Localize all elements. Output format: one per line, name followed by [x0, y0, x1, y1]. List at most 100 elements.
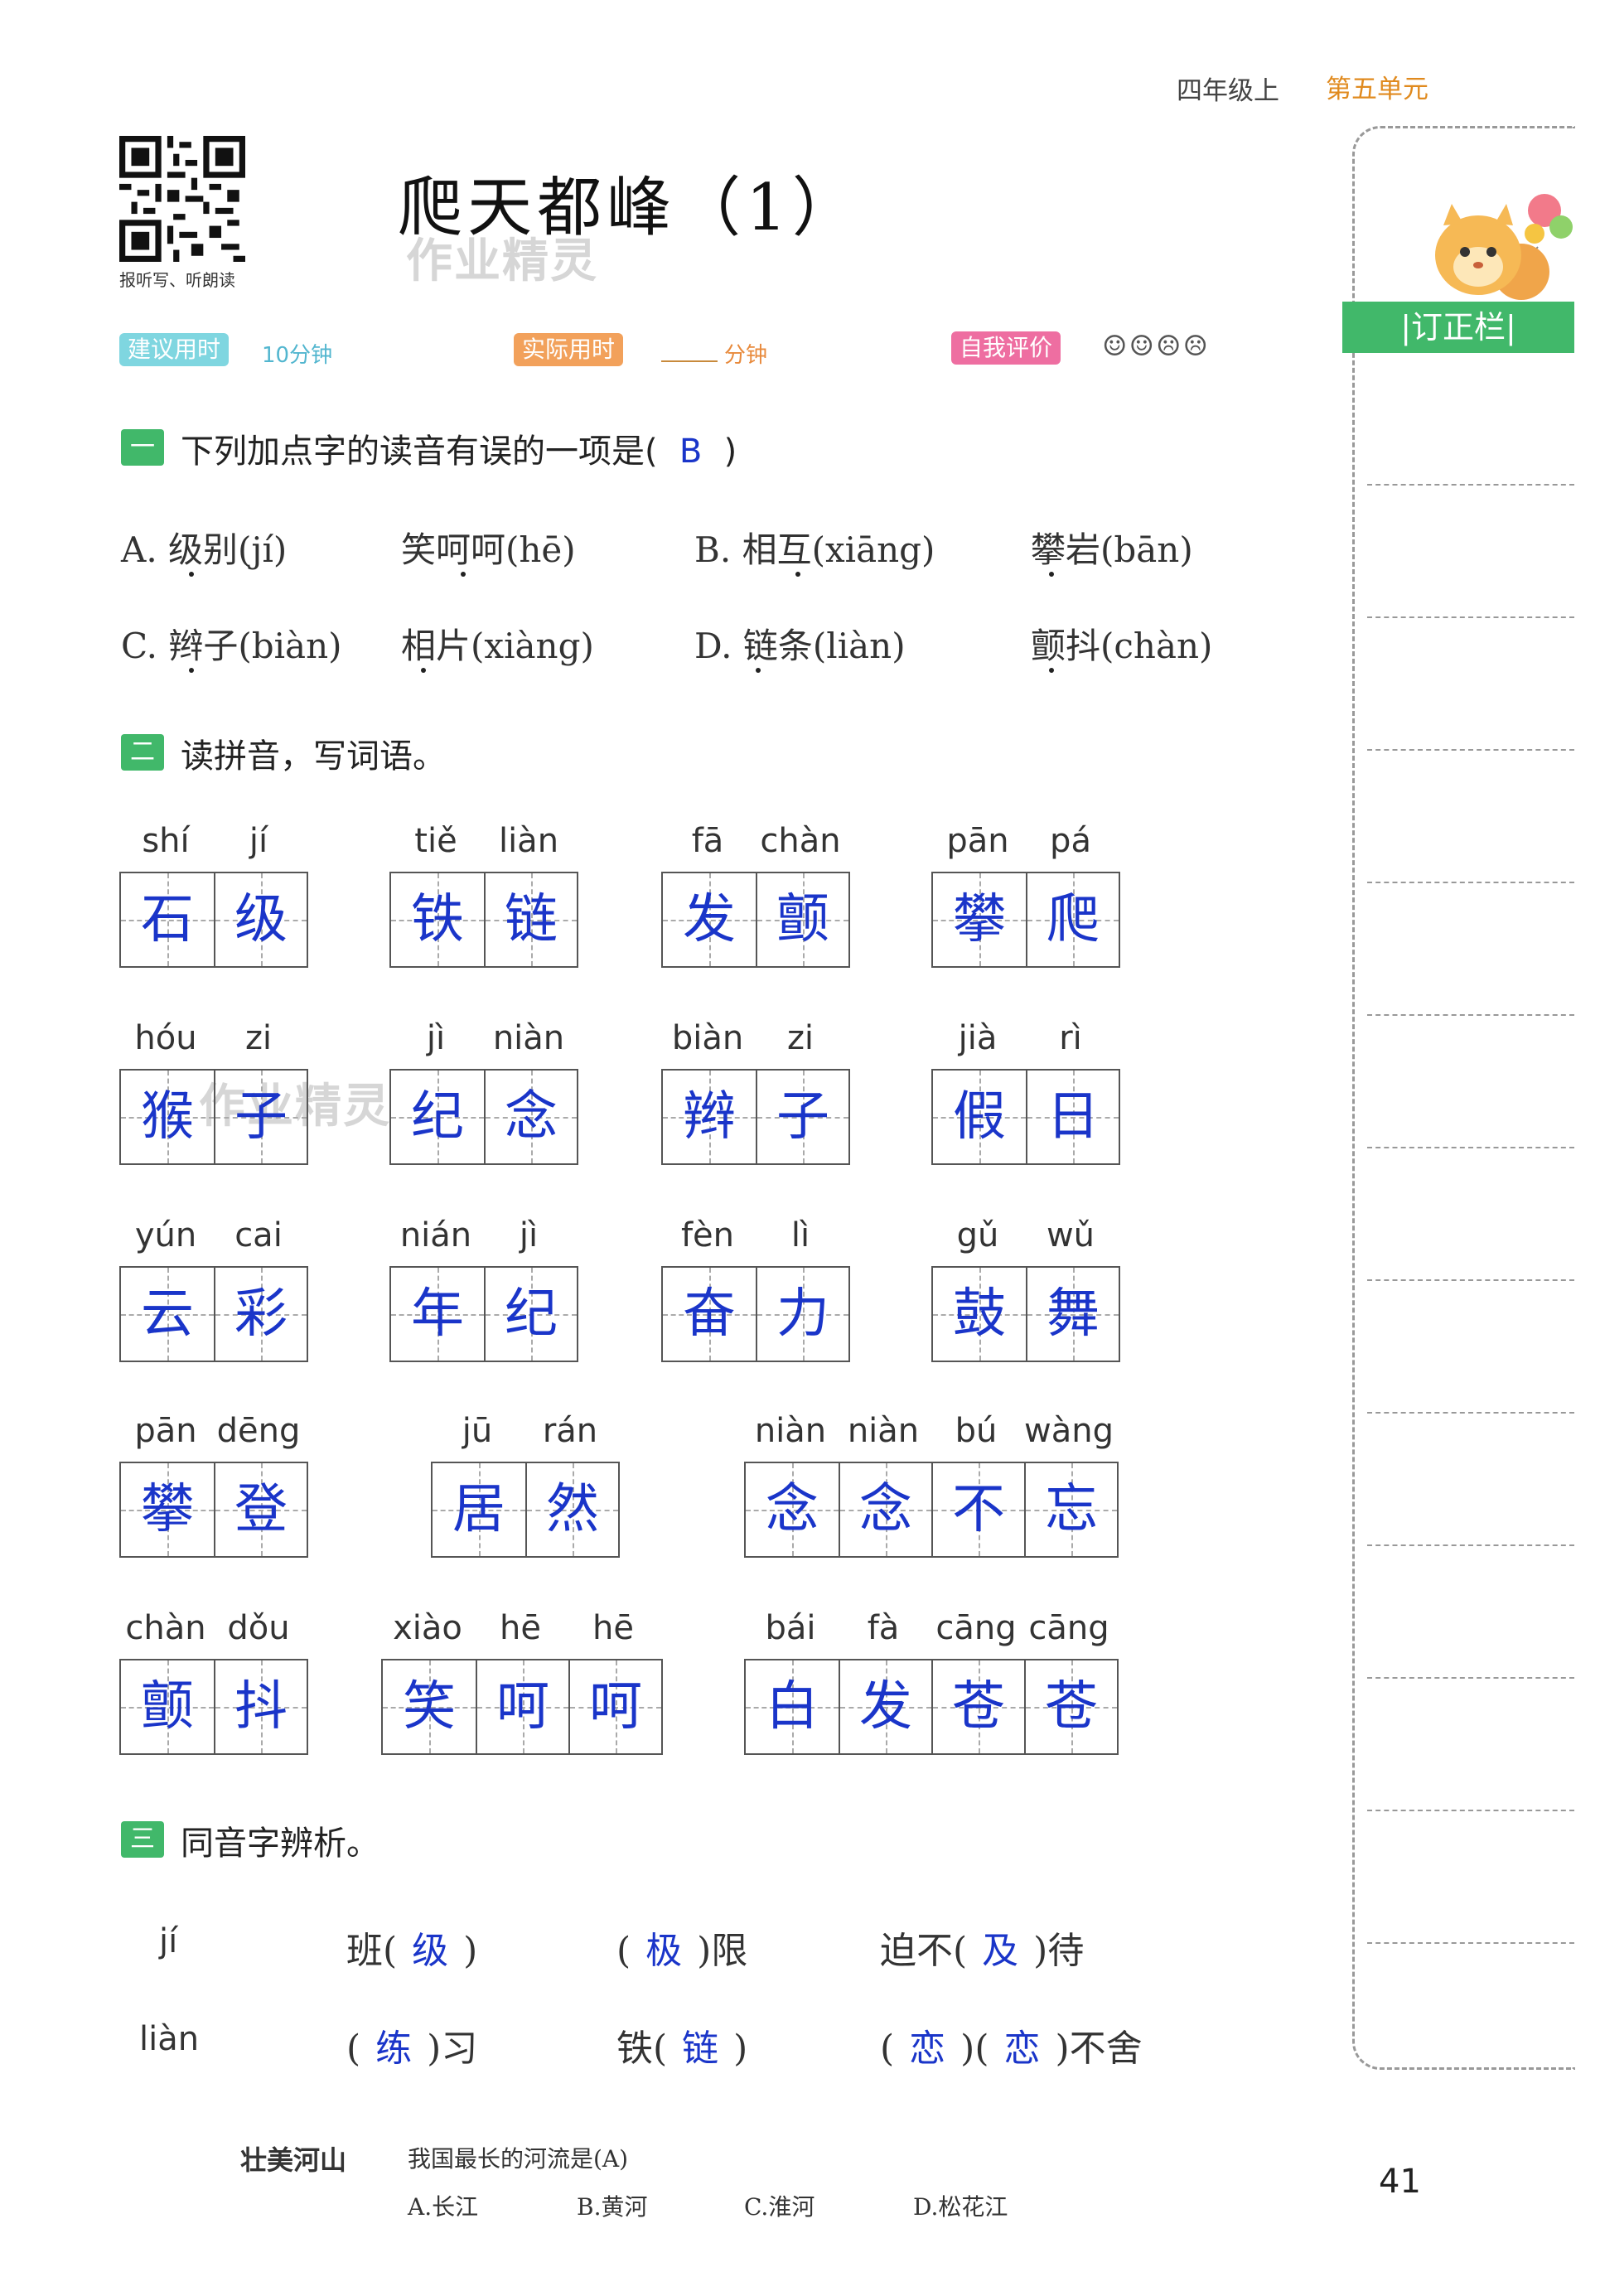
- char-cell[interactable]: 猴: [121, 1071, 214, 1163]
- word-grid[interactable]: 铁链: [389, 872, 578, 968]
- word-grid[interactable]: 笑呵呵: [381, 1659, 663, 1755]
- char-cell[interactable]: 辫: [663, 1071, 756, 1163]
- char-cell[interactable]: 抖: [214, 1660, 307, 1753]
- correction-line[interactable]: [1367, 1147, 1574, 1148]
- word-grid[interactable]: 居然: [431, 1462, 620, 1558]
- char-cell[interactable]: 苍: [1024, 1660, 1117, 1753]
- word-grid[interactable]: 云彩: [119, 1266, 308, 1362]
- pinyin-label: zi: [244, 1019, 273, 1057]
- homophone-answer[interactable]: 恋: [989, 2018, 1056, 2071]
- word-grid[interactable]: 假日: [931, 1069, 1120, 1165]
- char-cell[interactable]: 苍: [931, 1660, 1024, 1753]
- homophone-answer[interactable]: 级: [397, 1921, 463, 1974]
- correction-line[interactable]: [1367, 1810, 1574, 1811]
- char-cell[interactable]: 链: [484, 873, 577, 966]
- char-cell[interactable]: 呵: [476, 1660, 568, 1753]
- char-cell[interactable]: 发: [663, 873, 756, 966]
- homophone-answer[interactable]: 恋: [894, 2018, 960, 2071]
- word-grid[interactable]: 攀爬: [931, 872, 1120, 968]
- char-cell[interactable]: 念: [484, 1071, 577, 1163]
- char-cell[interactable]: 白: [746, 1660, 839, 1753]
- written-character: 笑: [403, 1676, 456, 1738]
- correction-line[interactable]: [1367, 749, 1574, 751]
- char-cell[interactable]: 日: [1026, 1071, 1119, 1163]
- char-cell[interactable]: 笑: [383, 1660, 476, 1753]
- correction-line[interactable]: [1367, 882, 1574, 883]
- char-cell[interactable]: 念: [746, 1463, 839, 1556]
- word-grid[interactable]: 纪念: [389, 1069, 578, 1165]
- actual-time-badge: 实际用时: [514, 333, 624, 366]
- written-character: 念: [859, 1479, 912, 1540]
- char-cell[interactable]: 不: [931, 1463, 1024, 1556]
- char-cell[interactable]: 假: [933, 1071, 1026, 1163]
- char-cell[interactable]: 颤: [756, 873, 848, 966]
- char-cell[interactable]: 石: [121, 873, 214, 966]
- char-cell[interactable]: 然: [525, 1463, 618, 1556]
- section-2-icon: 二: [121, 734, 164, 771]
- correction-line[interactable]: [1367, 1014, 1574, 1016]
- homophone-text: )不舍: [1055, 2028, 1143, 2070]
- written-character: 然: [546, 1479, 599, 1540]
- char-cell[interactable]: 级: [214, 873, 307, 966]
- correction-line[interactable]: [1367, 1544, 1574, 1546]
- homophone-text: )待: [1033, 1930, 1085, 1972]
- char-cell[interactable]: 呵: [568, 1660, 661, 1753]
- pinyin-label: chàn: [125, 1609, 206, 1647]
- written-character: 猴: [141, 1086, 194, 1148]
- word-grid[interactable]: 奋力: [661, 1266, 850, 1362]
- homophone-answer[interactable]: 及: [967, 1921, 1033, 1974]
- word-grid[interactable]: 猴子: [119, 1069, 308, 1165]
- homophone-text: )限: [697, 1930, 748, 1972]
- option-a2: 笑呵呵(hē): [401, 529, 576, 570]
- char-cell[interactable]: 爬: [1026, 873, 1119, 966]
- char-cell[interactable]: 忘: [1024, 1463, 1117, 1556]
- correction-line[interactable]: [1367, 1412, 1574, 1414]
- word-grid[interactable]: 鼓舞: [931, 1266, 1120, 1362]
- pinyin-label: liàn: [498, 822, 559, 860]
- char-cell[interactable]: 登: [214, 1463, 307, 1556]
- word-grid[interactable]: 念念不忘: [744, 1462, 1119, 1558]
- word-grid[interactable]: 发颤: [661, 872, 850, 968]
- char-cell[interactable]: 力: [756, 1268, 848, 1361]
- word-grid[interactable]: 颤抖: [119, 1659, 308, 1755]
- char-cell[interactable]: 颤: [121, 1660, 214, 1753]
- watermark: 作业精灵: [406, 234, 598, 288]
- section-1-suffix: ): [723, 433, 737, 471]
- char-cell[interactable]: 发: [839, 1660, 931, 1753]
- homophone-item: (恋)(恋)不舍: [880, 2018, 1143, 2071]
- char-cell[interactable]: 子: [214, 1071, 307, 1163]
- correction-line[interactable]: [1367, 1279, 1574, 1281]
- char-cell[interactable]: 舞: [1026, 1268, 1119, 1361]
- correction-line[interactable]: [1367, 484, 1574, 486]
- char-cell[interactable]: 纪: [391, 1071, 484, 1163]
- homophone-answer[interactable]: 练: [360, 2018, 427, 2071]
- homophone-answer[interactable]: 极: [631, 1921, 697, 1974]
- word-grid[interactable]: 白发苍苍: [744, 1659, 1119, 1755]
- char-cell[interactable]: 彩: [214, 1268, 307, 1361]
- char-cell[interactable]: 攀: [933, 873, 1026, 966]
- option-a1: A. 级别(jí): [121, 529, 288, 570]
- char-cell[interactable]: 纪: [484, 1268, 577, 1361]
- correction-line[interactable]: [1367, 1677, 1574, 1679]
- rating-faces-icon[interactable]: ☺☺☹☹: [1102, 330, 1210, 363]
- char-cell[interactable]: 念: [839, 1463, 931, 1556]
- word-grid[interactable]: 攀登: [119, 1462, 308, 1558]
- correction-line[interactable]: [1367, 616, 1574, 618]
- char-cell[interactable]: 云: [121, 1268, 214, 1361]
- pinyin-label: biàn: [671, 1019, 744, 1057]
- char-cell[interactable]: 年: [391, 1268, 484, 1361]
- actual-time-blank[interactable]: [661, 360, 718, 362]
- correction-line[interactable]: [1367, 1942, 1574, 1944]
- word-grid[interactable]: 石级: [119, 872, 308, 968]
- option-d2: 颤抖(chàn): [1031, 626, 1213, 666]
- char-cell[interactable]: 攀: [121, 1463, 214, 1556]
- word-grid[interactable]: 辫子: [661, 1069, 850, 1165]
- char-cell[interactable]: 奋: [663, 1268, 756, 1361]
- homophone-answer[interactable]: 链: [667, 2018, 733, 2071]
- char-cell[interactable]: 居: [433, 1463, 525, 1556]
- char-cell[interactable]: 鼓: [933, 1268, 1026, 1361]
- char-cell[interactable]: 子: [756, 1071, 848, 1163]
- word-grid[interactable]: 年纪: [389, 1266, 578, 1362]
- char-cell[interactable]: 铁: [391, 873, 484, 966]
- pinyin-label: chàn: [760, 822, 841, 860]
